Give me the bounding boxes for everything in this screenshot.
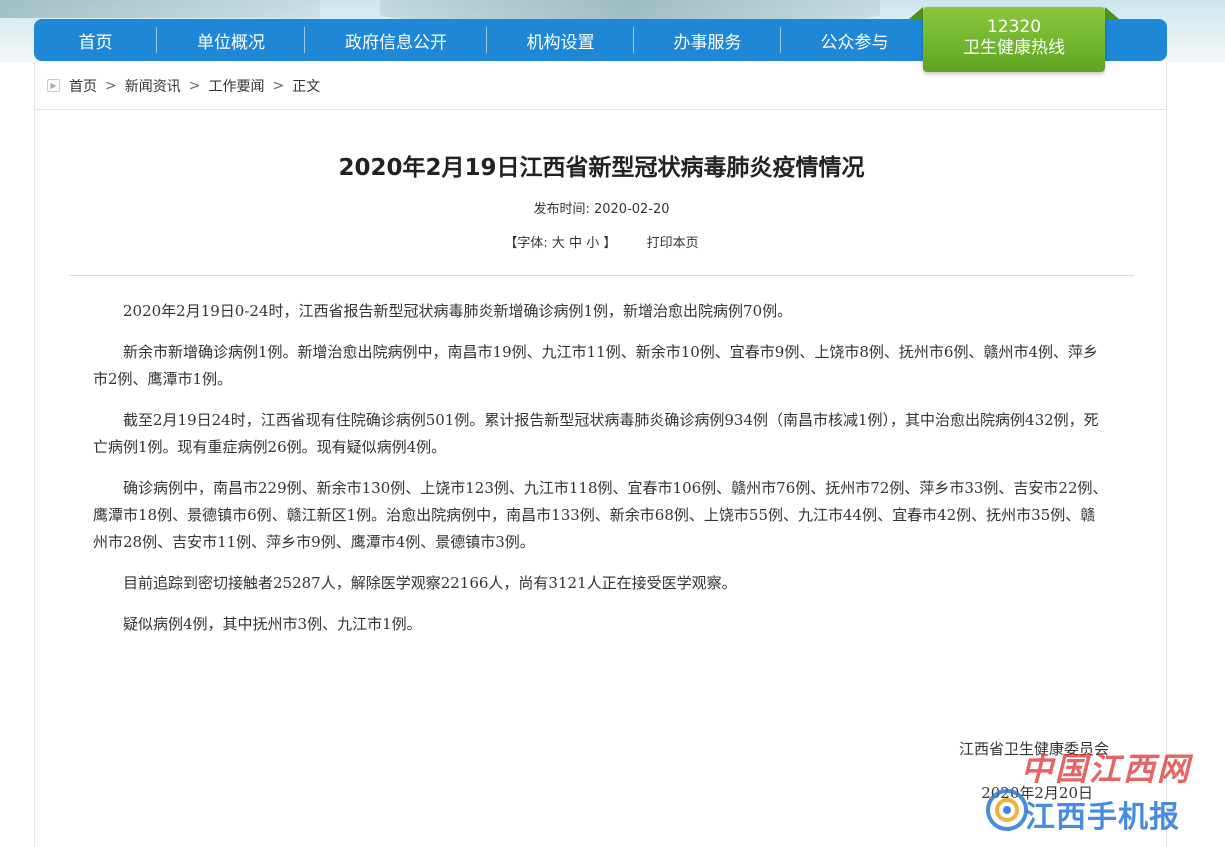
font-small-button[interactable]: 小: [586, 236, 599, 251]
banner-scenery-left: [0, 0, 320, 18]
paragraph: 截至2月19日24时，江西省现有住院确诊病例501例。累计报告新型冠状病毒肺炎确…: [93, 411, 1099, 456]
hotline-number: 12320: [986, 17, 1042, 37]
paragraph: 确诊病例中，南昌市229例、新余市130例、上饶市123例、九江市118例、宜春…: [93, 479, 1108, 551]
breadcrumb: ▶ 首页 > 新闻资讯 > 工作要闻 > 正文: [34, 62, 1167, 110]
publish-label: 发布时间:: [533, 202, 590, 217]
article: 2020年2月19日江西省新型冠状病毒肺炎疫情情况 发布时间: 2020-02-…: [34, 110, 1167, 847]
font-medium-button[interactable]: 中: [569, 236, 582, 251]
divider: [69, 275, 1134, 276]
nav-item-home[interactable]: 首页: [34, 19, 157, 61]
wifi-logo-icon: [986, 789, 1028, 831]
nav-item-organization[interactable]: 机构设置: [487, 19, 634, 61]
nav-item-overview[interactable]: 单位概况: [157, 19, 305, 61]
nav-item-participation[interactable]: 公众参与: [781, 19, 928, 61]
watermark: 中国江西网 江西手机报: [985, 740, 1195, 835]
hotline-label: 卫生健康热线: [963, 38, 1065, 58]
breadcrumb-separator: >: [272, 77, 285, 94]
play-triangle-icon: ▶: [47, 79, 60, 92]
hotline-tab-left: [909, 7, 923, 19]
paragraph: 2020年2月19日0-24时，江西省报告新型冠状病毒肺炎新增确诊病例1例，新增…: [123, 302, 793, 320]
page-title: 2020年2月19日江西省新型冠状病毒肺炎疫情情况: [338, 155, 865, 181]
nav-item-gov-info[interactable]: 政府信息公开: [305, 19, 487, 61]
paragraph: 新余市新增确诊病例1例。新增治愈出院病例中，南昌市19例、九江市11例、新余市1…: [93, 343, 1098, 388]
paragraph: 疑似病例4例，其中抚州市3例、九江市1例。: [123, 615, 422, 633]
font-label: 【字体:: [504, 236, 548, 251]
print-button[interactable]: 打印本页: [647, 236, 699, 251]
publish-info: 发布时间: 2020-02-20: [35, 198, 1168, 217]
font-close-bracket: 】: [603, 236, 617, 251]
watermark-bottom-logo: 江西手机报: [1025, 800, 1180, 835]
paragraph: 目前追踪到密切接触者25287人，解除医学观察22166人，尚有3121人正在接…: [123, 574, 737, 592]
font-large-button[interactable]: 大: [552, 236, 565, 251]
breadcrumb-news[interactable]: 新闻资讯: [125, 76, 181, 96]
hotline-tab-right: [1105, 7, 1119, 19]
breadcrumb-work-news[interactable]: 工作要闻: [208, 76, 264, 96]
breadcrumb-home[interactable]: 首页: [69, 76, 97, 96]
nav-item-services[interactable]: 办事服务: [634, 19, 781, 61]
font-size-toolbar: 【字体: 大 中 小 】 打印本页: [35, 232, 1168, 251]
watermark-top-logo: 中国江西网: [1021, 750, 1192, 788]
article-body: 2020年2月19日0-24时，江西省报告新型冠状病毒肺炎新增确诊病例1例，新增…: [93, 298, 1110, 652]
breadcrumb-separator: >: [105, 77, 117, 94]
breadcrumb-current: 正文: [292, 78, 321, 95]
breadcrumb-separator: >: [188, 77, 201, 94]
publish-date: 2020-02-20: [593, 202, 670, 217]
